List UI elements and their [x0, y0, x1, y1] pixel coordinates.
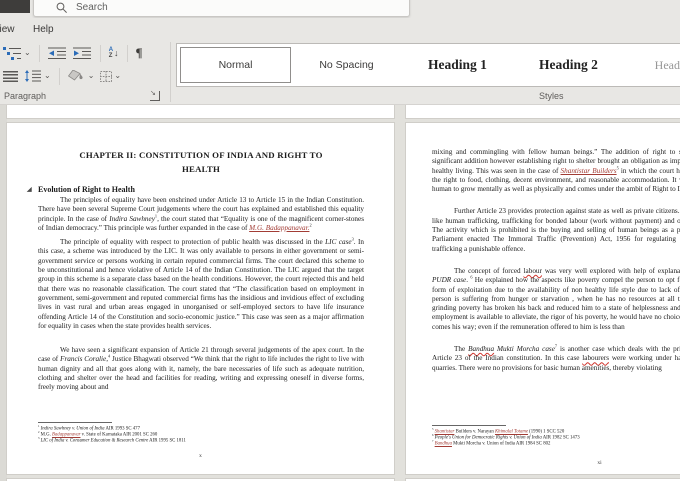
- style-no-spacing[interactable]: No Spacing: [291, 47, 402, 83]
- chevron-down-icon: ⌄: [114, 72, 121, 80]
- style-heading-1[interactable]: Heading 1: [402, 47, 513, 83]
- page-number: x: [7, 453, 394, 459]
- section-subheading: ◢ Evolution of Right to Health: [38, 185, 364, 194]
- group-separator: [170, 42, 171, 102]
- chapter-heading-line1: CHAPTER II: CONSTITUTION OF INDIA AND RI…: [38, 148, 364, 162]
- paragraph-group-label: Paragraph: [4, 91, 46, 101]
- search-placeholder: Search: [76, 2, 108, 14]
- style-heading-2[interactable]: Heading 2: [513, 47, 624, 83]
- search-icon: [56, 2, 68, 14]
- footnote-area: 1 Indira Sawhney v. Union of India AIR 1…: [38, 422, 364, 444]
- sort-down-arrow-icon: ↓: [114, 48, 119, 58]
- window-corner-fragment: [0, 0, 30, 13]
- ribbon-home-paragraph-styles: ⌄ AZ ↓ ¶: [0, 40, 680, 104]
- paragraph: The Bandhua Mukti Morcha case7 is anothe…: [432, 345, 680, 373]
- paragraph: We have seen a significant expansion of …: [38, 346, 364, 392]
- decrease-indent-icon: [48, 47, 67, 60]
- tab-help[interactable]: Help: [33, 24, 54, 35]
- separator: [59, 68, 60, 85]
- increase-indent-button[interactable]: [70, 43, 95, 63]
- footnote: 7 Bandhua Mukti Morcha v. Union of India…: [432, 441, 680, 447]
- style-heading-3[interactable]: Heading 3: [624, 47, 680, 83]
- ribbon-tab-row: View Help: [0, 18, 680, 40]
- chevron-down-icon: ⌄: [88, 72, 95, 80]
- line-spacing-button[interactable]: ⌄: [21, 66, 54, 86]
- style-normal[interactable]: Normal: [180, 47, 291, 83]
- paragraph: The concept of forced labour was very we…: [432, 267, 680, 332]
- footnote: 3 LIC of India v. Consumer Education & R…: [38, 438, 364, 444]
- shading-icon: [68, 70, 86, 82]
- word-app-window: { "titlebar": { "search_placeholder": "S…: [0, 0, 680, 480]
- title-bar: Search: [0, 0, 680, 18]
- document-page-right[interactable]: mixing and commingling with fellow human…: [406, 123, 680, 474]
- multilevel-list-button[interactable]: ⌄: [0, 43, 34, 63]
- styles-gallery: Normal No Spacing Heading 1 Heading 2 He…: [176, 43, 680, 87]
- paragraph: The principle of equality with respect t…: [38, 238, 364, 331]
- increase-indent-icon: [73, 47, 92, 60]
- chevron-down-icon: ⌄: [24, 49, 31, 57]
- document-canvas: CHAPTER II: CONSTITUTION OF INDIA AND RI…: [0, 104, 680, 481]
- styles-group-label: Styles: [539, 91, 564, 101]
- chapter-heading-line2: HEALTH: [38, 162, 364, 176]
- heading-collapse-triangle-icon[interactable]: ◢: [27, 186, 32, 193]
- paragraph-dialog-launcher[interactable]: ↘: [150, 91, 160, 101]
- justify-icon: [3, 71, 18, 82]
- corner-arrow-icon: ↘: [150, 89, 156, 97]
- show-formatting-marks-button[interactable]: ¶: [133, 43, 146, 63]
- sort-az-icon: AZ: [109, 47, 113, 59]
- borders-button[interactable]: ⌄: [97, 66, 124, 86]
- paragraph: Further Article 23 provides protection a…: [432, 207, 680, 253]
- footnote-separator: [38, 422, 112, 423]
- separator: [127, 45, 128, 62]
- paragraph: mixing and commingling with fellow human…: [432, 148, 680, 194]
- document-page-left[interactable]: CHAPTER II: CONSTITUTION OF INDIA AND RI…: [7, 123, 394, 474]
- sort-button[interactable]: AZ ↓: [106, 43, 122, 63]
- separator: [100, 45, 101, 62]
- line-spacing-icon: [24, 70, 42, 82]
- pilcrow-icon: ¶: [136, 45, 143, 61]
- multilevel-list-icon: [3, 47, 22, 60]
- previous-page-bottom-right: [406, 105, 680, 118]
- justify-button[interactable]: [0, 66, 21, 86]
- paragraph: The principles of equality have been ens…: [38, 196, 364, 233]
- footnote-separator: [432, 425, 506, 426]
- canvas-margin: [0, 105, 7, 481]
- page-number: xi: [406, 460, 680, 466]
- previous-page-bottom-left: [7, 105, 394, 118]
- borders-icon: [100, 71, 112, 82]
- chevron-down-icon: ⌄: [44, 72, 51, 80]
- footnote-area: 5 Shantistar Builders v. Narayan Khimala…: [432, 425, 680, 447]
- decrease-indent-button[interactable]: [45, 43, 70, 63]
- separator: [39, 45, 40, 62]
- shading-button[interactable]: ⌄: [65, 66, 98, 86]
- tab-view[interactable]: View: [0, 24, 21, 35]
- search-input[interactable]: Search: [33, 0, 410, 17]
